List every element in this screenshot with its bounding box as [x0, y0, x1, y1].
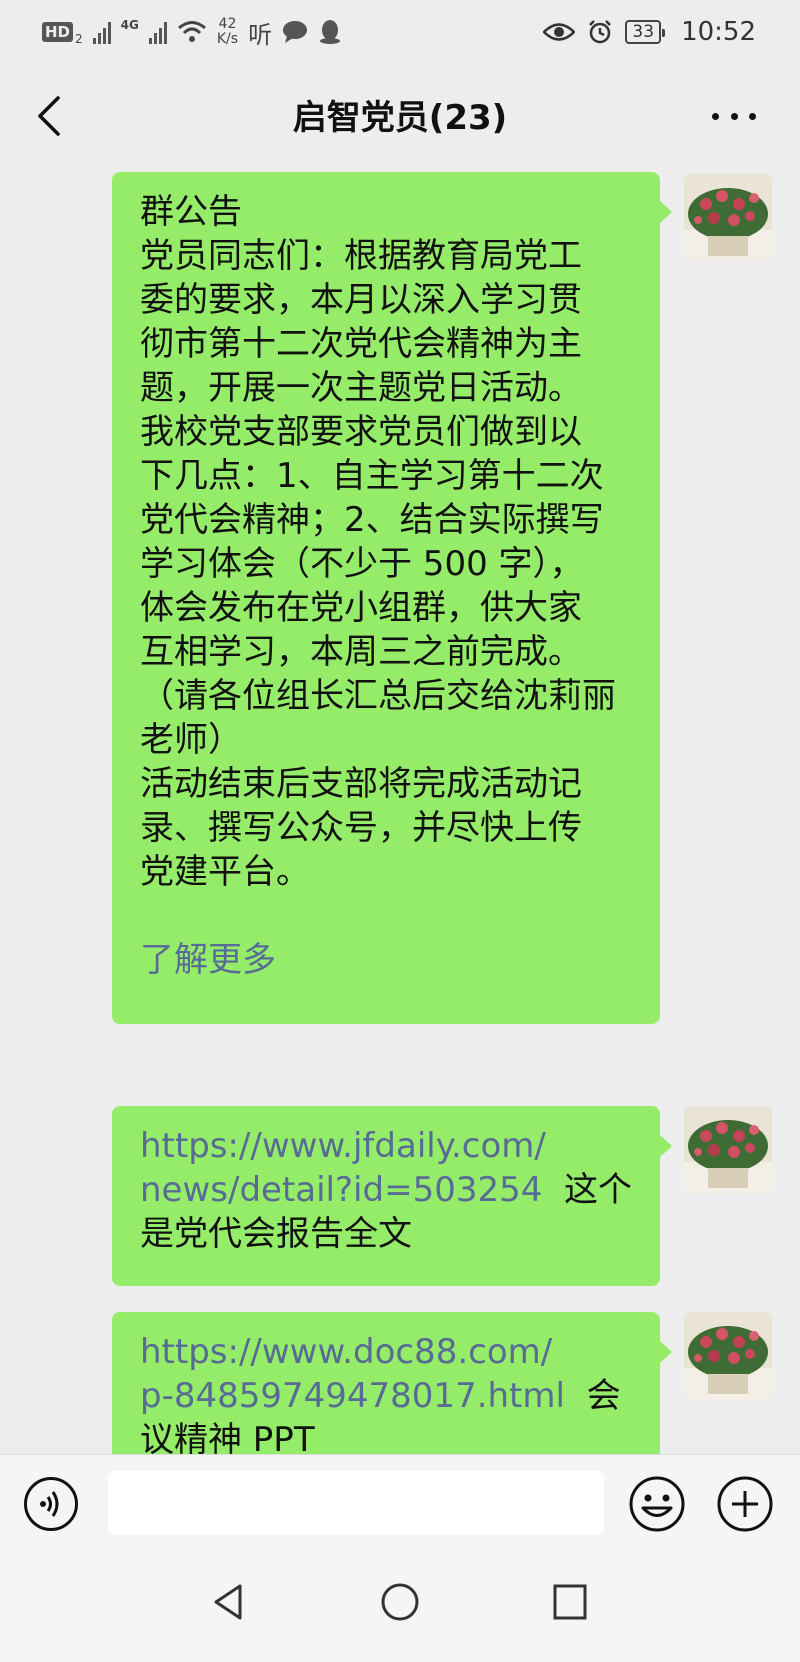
message-input[interactable] — [108, 1471, 604, 1535]
announcement-line: 录、撰写公众号，并尽快上传 — [140, 808, 582, 848]
announcement-line: 活动结束后支部将完成活动记 — [140, 764, 582, 804]
network-label: 4G — [120, 18, 139, 32]
signal-icon — [92, 20, 111, 44]
home-circle-icon[interactable] — [378, 1580, 422, 1624]
announcement-line: 彻市第十二次党代会精神为主 — [140, 324, 582, 364]
chat-title: 启智党员(23) — [292, 98, 508, 138]
speed-value: 42 — [218, 16, 237, 32]
listen-icon: 听 — [248, 20, 273, 49]
announcement-bubble[interactable]: 群公告 党员同志们：根据教育局党工 委的要求，本月以深入学习贯 彻市第十二次党代… — [112, 172, 672, 1024]
status-bar: HD 2 4G 42 K/s 听 33 10:52 — [0, 0, 800, 64]
message-text: 议精神 PPT — [140, 1420, 315, 1454]
battery-indicator: 33 — [625, 20, 665, 44]
network-speed: 42 K/s — [217, 17, 238, 47]
more-options-icon[interactable] — [712, 104, 756, 128]
chat-bubble-icon — [283, 21, 308, 43]
announcement-line: 互相学习，本周三之前完成。 — [140, 632, 582, 672]
qq-icon — [320, 20, 341, 44]
clock: 10:52 — [681, 17, 756, 47]
link-message-bubble[interactable]: https://www.doc88.com/ p-84859749478017.… — [112, 1312, 672, 1454]
voice-waves-icon — [40, 1491, 59, 1517]
sim-index: 2 — [75, 32, 83, 46]
signal-icon-2 — [148, 20, 167, 44]
message-text: 会 — [586, 1376, 621, 1416]
avatar[interactable] — [684, 1106, 772, 1194]
avatar[interactable] — [684, 174, 772, 262]
back-triangle-icon[interactable] — [208, 1580, 248, 1624]
chat-header: 启智党员(23) — [0, 64, 800, 168]
avatar-image — [684, 1106, 772, 1194]
eye-icon — [543, 23, 576, 41]
message-link[interactable]: news/detail?id=503254 — [140, 1170, 542, 1210]
system-navigation-bar — [0, 1550, 800, 1662]
emoji-icon[interactable] — [628, 1475, 686, 1533]
announcement-line: 体会发布在党小组群，供大家 — [140, 588, 582, 628]
link-message-bubble[interactable]: https://www.jfdaily.com/ news/detail?id=… — [112, 1106, 672, 1286]
avatar-image — [684, 174, 772, 262]
message-link[interactable]: https://www.jfdaily.com/ — [140, 1124, 634, 1168]
announcement-heading: 群公告 — [140, 192, 242, 232]
hd-badge: HD — [42, 22, 74, 42]
message-text: 是党代会报告全文 — [140, 1214, 412, 1254]
announcement-line: 委的要求，本月以深入学习贯 — [140, 280, 582, 320]
wifi-icon — [177, 21, 206, 42]
message-list[interactable]: 群公告 党员同志们：根据教育局党工 委的要求，本月以深入学习贯 彻市第十二次党代… — [0, 168, 800, 1454]
plus-icon[interactable] — [716, 1475, 774, 1533]
announcement-line: 党代会精神；2、结合实际撰写 — [140, 500, 604, 540]
voice-icon[interactable] — [24, 1477, 78, 1531]
message-text: 这个 — [563, 1170, 632, 1210]
status-right: 33 10:52 — [543, 14, 756, 50]
status-left: HD 2 4G 42 K/s 听 — [42, 14, 342, 50]
announcement-line: 党员同志们：根据教育局党工 — [140, 236, 582, 276]
message-link[interactable]: p-84859749478017.html — [140, 1376, 565, 1416]
learn-more-link[interactable]: 了解更多 — [140, 938, 634, 982]
alarm-icon — [589, 20, 612, 44]
avatar[interactable] — [684, 1312, 772, 1400]
avatar-image — [684, 1312, 772, 1400]
speed-unit: K/s — [216, 31, 239, 47]
announcement-line: 下几点：1、自主学习第十二次 — [140, 456, 604, 496]
announcement-line: 题，开展一次主题党日活动。 — [140, 368, 582, 408]
announcement-line: 学习体会（不少于 500 字）， — [140, 544, 584, 584]
announcement-line: 老师） — [140, 720, 242, 760]
message-link[interactable]: https://www.doc88.com/ — [140, 1330, 634, 1374]
announcement-line: 我校党支部要求党员们做到以 — [140, 412, 582, 452]
recents-square-icon[interactable] — [550, 1580, 590, 1624]
input-bar — [0, 1454, 800, 1551]
announcement-line: 党建平台。 — [140, 852, 310, 892]
announcement-line: （请各位组长汇总后交给沈莉丽 — [140, 676, 616, 716]
